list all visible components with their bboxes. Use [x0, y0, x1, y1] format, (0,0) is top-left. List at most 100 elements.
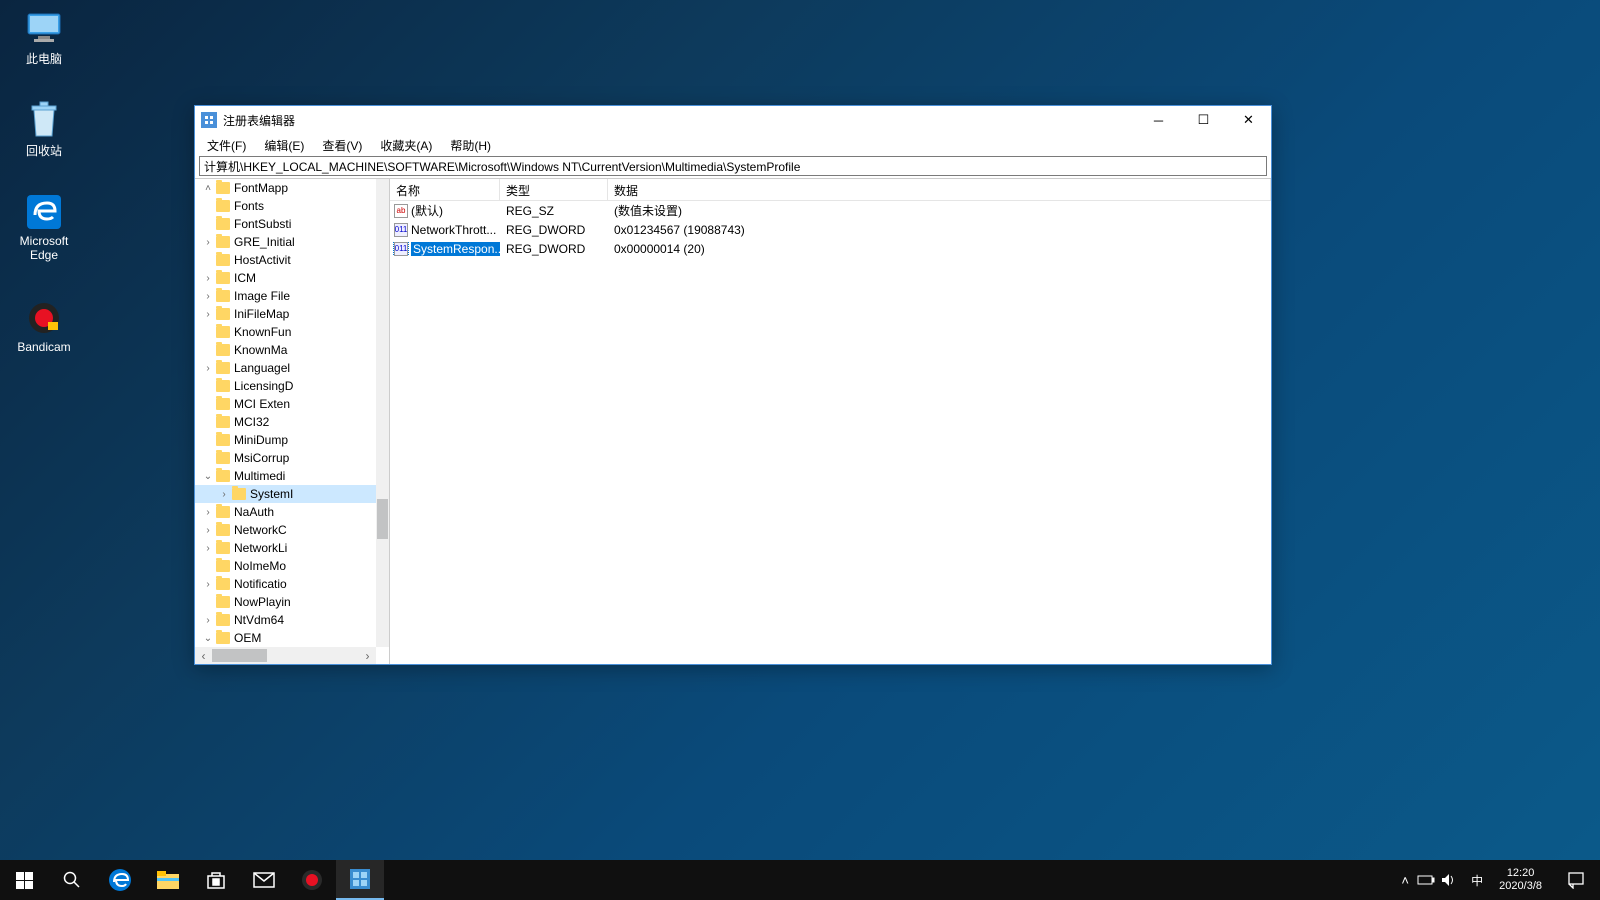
tree-item[interactable]: FontSubsti — [195, 215, 376, 233]
expander-closed-icon[interactable]: › — [202, 525, 214, 536]
system-tray: ˄ 中 12:20 2020/3/8 — [1393, 860, 1600, 900]
column-name[interactable]: 名称 — [390, 179, 500, 200]
tree-item[interactable]: ›Image File — [195, 287, 376, 305]
folder-icon — [216, 506, 230, 518]
tree-item[interactable]: LicensingD — [195, 377, 376, 395]
tree-item[interactable]: › GRE_Initial — [195, 233, 376, 251]
tray-time: 12:20 — [1499, 867, 1542, 880]
tree-item[interactable]: MCI Exten — [195, 395, 376, 413]
registry-value-row[interactable]: 011SystemRespon...REG_DWORD0x00000014 (2… — [390, 239, 1271, 258]
tree-item[interactable]: MsiCorrup — [195, 449, 376, 467]
column-type[interactable]: 类型 — [500, 179, 608, 200]
tree-item[interactable]: HostActivit — [195, 251, 376, 269]
tray-chevron-up-icon[interactable]: ˄ — [1393, 873, 1417, 888]
recycle-bin-icon — [20, 100, 68, 140]
tree-item[interactable]: › IniFileMap — [195, 305, 376, 323]
taskbar-regedit[interactable] — [336, 860, 384, 900]
tree-item[interactable]: ⌄OEM — [195, 629, 376, 647]
folder-icon — [216, 398, 230, 410]
tree-item-label: Languagel — [234, 361, 290, 375]
desktop-icon-bandicam[interactable]: Bandicam — [6, 298, 82, 354]
regedit-window: 注册表编辑器 ─ ☐ ✕ 文件(F) 编辑(E) 查看(V) 收藏夹(A) 帮助… — [194, 105, 1272, 665]
tree-vertical-scrollbar[interactable] — [376, 179, 389, 647]
close-button[interactable]: ✕ — [1226, 106, 1271, 134]
expander-closed-icon[interactable]: › — [202, 273, 214, 284]
desktop-icon-edge[interactable]: Microsoft Edge — [6, 192, 82, 262]
menu-help[interactable]: 帮助(H) — [442, 135, 499, 156]
expander-closed-icon[interactable]: › — [202, 507, 214, 518]
tree-item-label: FontMapp — [234, 181, 288, 195]
menu-edit[interactable]: 编辑(E) — [256, 135, 312, 156]
column-data[interactable]: 数据 — [608, 179, 1271, 200]
registry-value-row[interactable]: 011NetworkThrott...REG_DWORD0x01234567 (… — [390, 220, 1271, 239]
titlebar[interactable]: 注册表编辑器 ─ ☐ ✕ — [195, 106, 1271, 134]
taskbar: ˄ 中 12:20 2020/3/8 — [0, 860, 1600, 900]
expander-closed-icon[interactable]: › — [202, 543, 214, 554]
taskbar-bandicam-record[interactable] — [288, 860, 336, 900]
tray-volume-icon[interactable] — [1441, 873, 1465, 887]
expander-closed-icon[interactable]: › — [202, 363, 214, 374]
tree-item[interactable]: NowPlayin — [195, 593, 376, 611]
tree-item[interactable]: KnownMa — [195, 341, 376, 359]
tray-ime[interactable]: 中 — [1465, 872, 1489, 889]
tree-item[interactable]: ›NtVdm64 — [195, 611, 376, 629]
expander-closed-icon[interactable]: › — [202, 579, 214, 590]
tree-horizontal-scrollbar[interactable] — [195, 647, 376, 664]
desktop-icon-recycle-bin[interactable]: 回收站 — [6, 100, 82, 159]
tray-clock[interactable]: 12:20 2020/3/8 — [1489, 867, 1552, 893]
menu-view[interactable]: 查看(V) — [314, 135, 370, 156]
desktop-icon-label: Microsoft — [6, 234, 82, 248]
tree-item[interactable]: › Languagel — [195, 359, 376, 377]
tray-battery-icon[interactable] — [1417, 874, 1441, 886]
tree-item[interactable]: ›NaAuth — [195, 503, 376, 521]
taskbar-explorer[interactable] — [144, 860, 192, 900]
expander-none[interactable]: ˄ — [202, 183, 214, 194]
value-type: REG_SZ — [500, 204, 608, 218]
menu-file[interactable]: 文件(F) — [199, 135, 254, 156]
tree-item[interactable]: NoImeMo — [195, 557, 376, 575]
tree-pane[interactable]: ˄ FontMapp FontsFontSubsti › GRE_Initial Host… — [195, 179, 390, 664]
start-button[interactable] — [0, 860, 48, 900]
tree-item[interactable]: ˄ FontMapp — [195, 179, 376, 197]
expander-closed-icon[interactable]: › — [202, 237, 214, 248]
tree-item[interactable]: ›ICM — [195, 269, 376, 287]
expander-closed-icon[interactable]: › — [202, 291, 214, 302]
folder-icon — [216, 416, 230, 428]
tree-item[interactable]: MiniDump — [195, 431, 376, 449]
scrollbar-thumb[interactable] — [377, 499, 388, 539]
expander-closed-icon[interactable]: › — [218, 489, 230, 500]
taskbar-search[interactable] — [48, 860, 96, 900]
minimize-button[interactable]: ─ — [1136, 106, 1181, 134]
tree-item[interactable]: Fonts — [195, 197, 376, 215]
expander-closed-icon[interactable]: › — [202, 309, 214, 320]
tree-item[interactable]: ›Notificatio — [195, 575, 376, 593]
tree-item[interactable]: ›SystemI — [195, 485, 376, 503]
notification-button[interactable] — [1552, 860, 1600, 900]
folder-icon — [216, 524, 230, 536]
tree-item[interactable]: ›NetworkLi — [195, 539, 376, 557]
tree-item-label: IniFileMap — [234, 307, 289, 321]
registry-value-row[interactable]: ab(默认)REG_SZ(数值未设置) — [390, 201, 1271, 220]
taskbar-mail[interactable] — [240, 860, 288, 900]
desktop-icon-label2: Edge — [6, 248, 82, 262]
tree-item[interactable]: ›NetworkC — [195, 521, 376, 539]
tree-item[interactable]: ⌄Multimedi — [195, 467, 376, 485]
tree-item[interactable]: KnownFun — [195, 323, 376, 341]
taskbar-edge[interactable] — [96, 860, 144, 900]
maximize-button[interactable]: ☐ — [1181, 106, 1226, 134]
expander-closed-icon[interactable]: › — [202, 615, 214, 626]
taskbar-store[interactable] — [192, 860, 240, 900]
tree-item[interactable]: MCI32 — [195, 413, 376, 431]
menu-favorites[interactable]: 收藏夹(A) — [372, 135, 440, 156]
tree-item-label: KnownMa — [234, 343, 287, 357]
address-bar[interactable]: 计算机\HKEY_LOCAL_MACHINE\SOFTWARE\Microsof… — [199, 156, 1267, 176]
scrollbar-thumb[interactable] — [212, 649, 267, 662]
expander-open-icon[interactable]: ⌄ — [202, 633, 214, 644]
tree-item-label: GRE_Initial — [234, 235, 295, 249]
desktop-icon-this-pc[interactable]: 此电脑 — [6, 8, 82, 67]
folder-icon — [216, 434, 230, 446]
expander-open-icon[interactable]: ⌄ — [202, 471, 214, 482]
folder-icon — [232, 488, 246, 500]
list-pane[interactable]: 名称 类型 数据 ab(默认)REG_SZ(数值未设置)011NetworkTh… — [390, 179, 1271, 664]
value-data: (数值未设置) — [608, 202, 1271, 219]
